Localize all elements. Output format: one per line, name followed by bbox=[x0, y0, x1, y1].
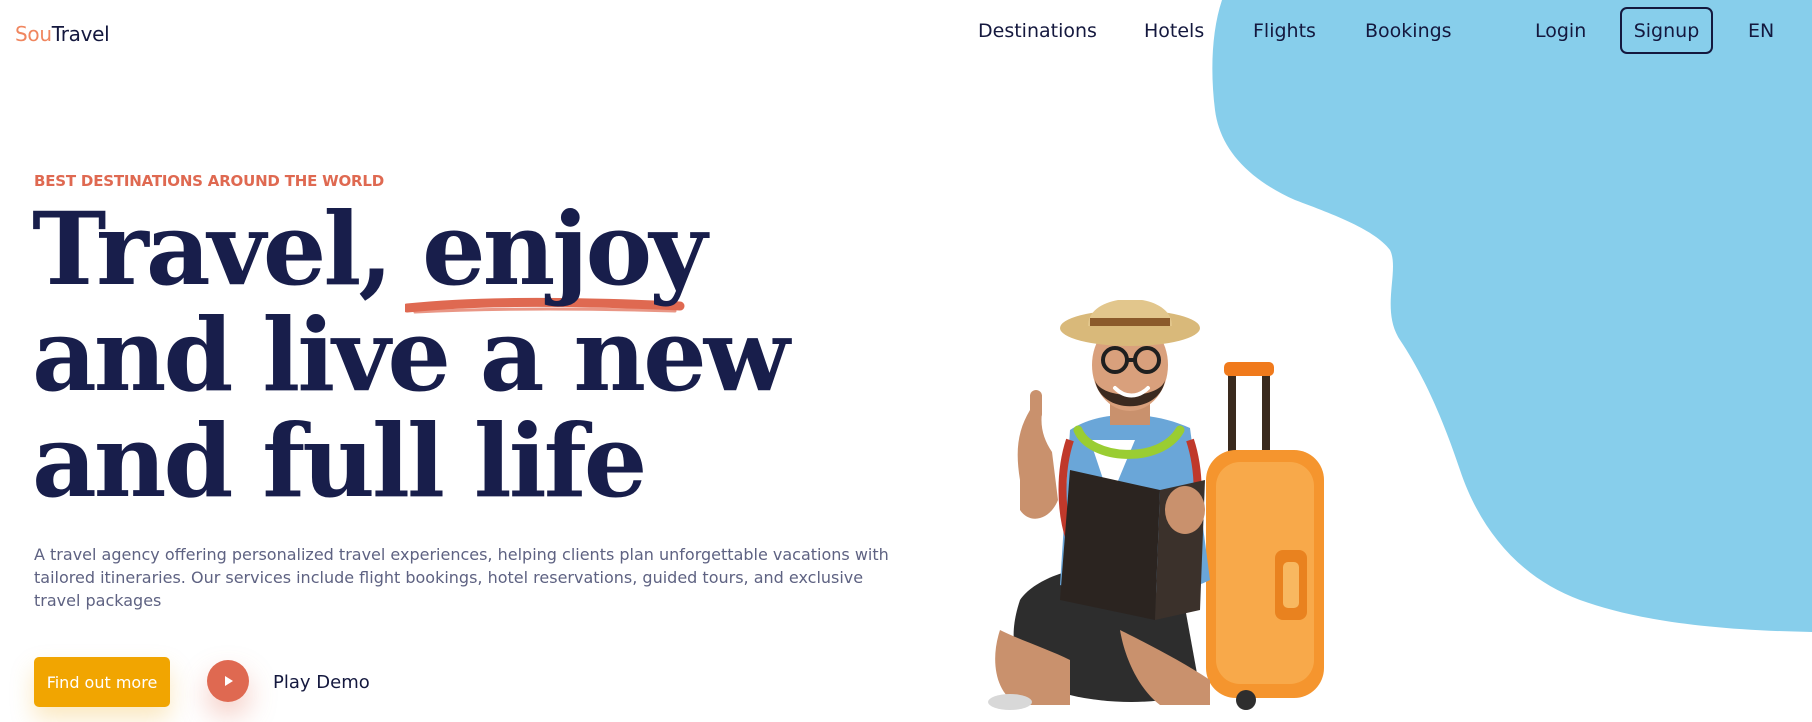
nav-destinations[interactable]: Destinations bbox=[978, 18, 1097, 44]
landing-page: SouTravel Destinations Hotels Flights Bo… bbox=[0, 0, 1812, 722]
traveler-illustration bbox=[988, 300, 1324, 710]
login-link[interactable]: Login bbox=[1535, 18, 1586, 44]
hero-headline: Travel, enjoy and live a new and full li… bbox=[32, 190, 790, 520]
find-out-more-button[interactable]: Find out more bbox=[34, 657, 170, 707]
nav-hotels[interactable]: Hotels bbox=[1144, 18, 1204, 44]
play-demo-label[interactable]: Play Demo bbox=[273, 672, 370, 693]
hero-eyebrow: BEST DESTINATIONS AROUND THE WORLD bbox=[34, 172, 385, 190]
top-nav: Destinations Hotels Flights Bookings Log… bbox=[0, 0, 1812, 62]
language-selector[interactable]: EN bbox=[1748, 18, 1774, 44]
hero-description: A travel agency offering personalized tr… bbox=[34, 545, 889, 610]
headline-line-1: Travel, enjoy bbox=[32, 190, 707, 308]
signup-button[interactable]: Signup bbox=[1620, 7, 1713, 54]
headline-line-3: and full life bbox=[32, 402, 647, 520]
nav-flights[interactable]: Flights bbox=[1253, 18, 1316, 44]
nav-bookings[interactable]: Bookings bbox=[1365, 18, 1452, 44]
suitcase-icon bbox=[1206, 362, 1324, 710]
play-icon bbox=[225, 676, 233, 686]
play-demo-button[interactable] bbox=[207, 660, 249, 702]
headline-line-2: and live a new bbox=[32, 296, 790, 414]
